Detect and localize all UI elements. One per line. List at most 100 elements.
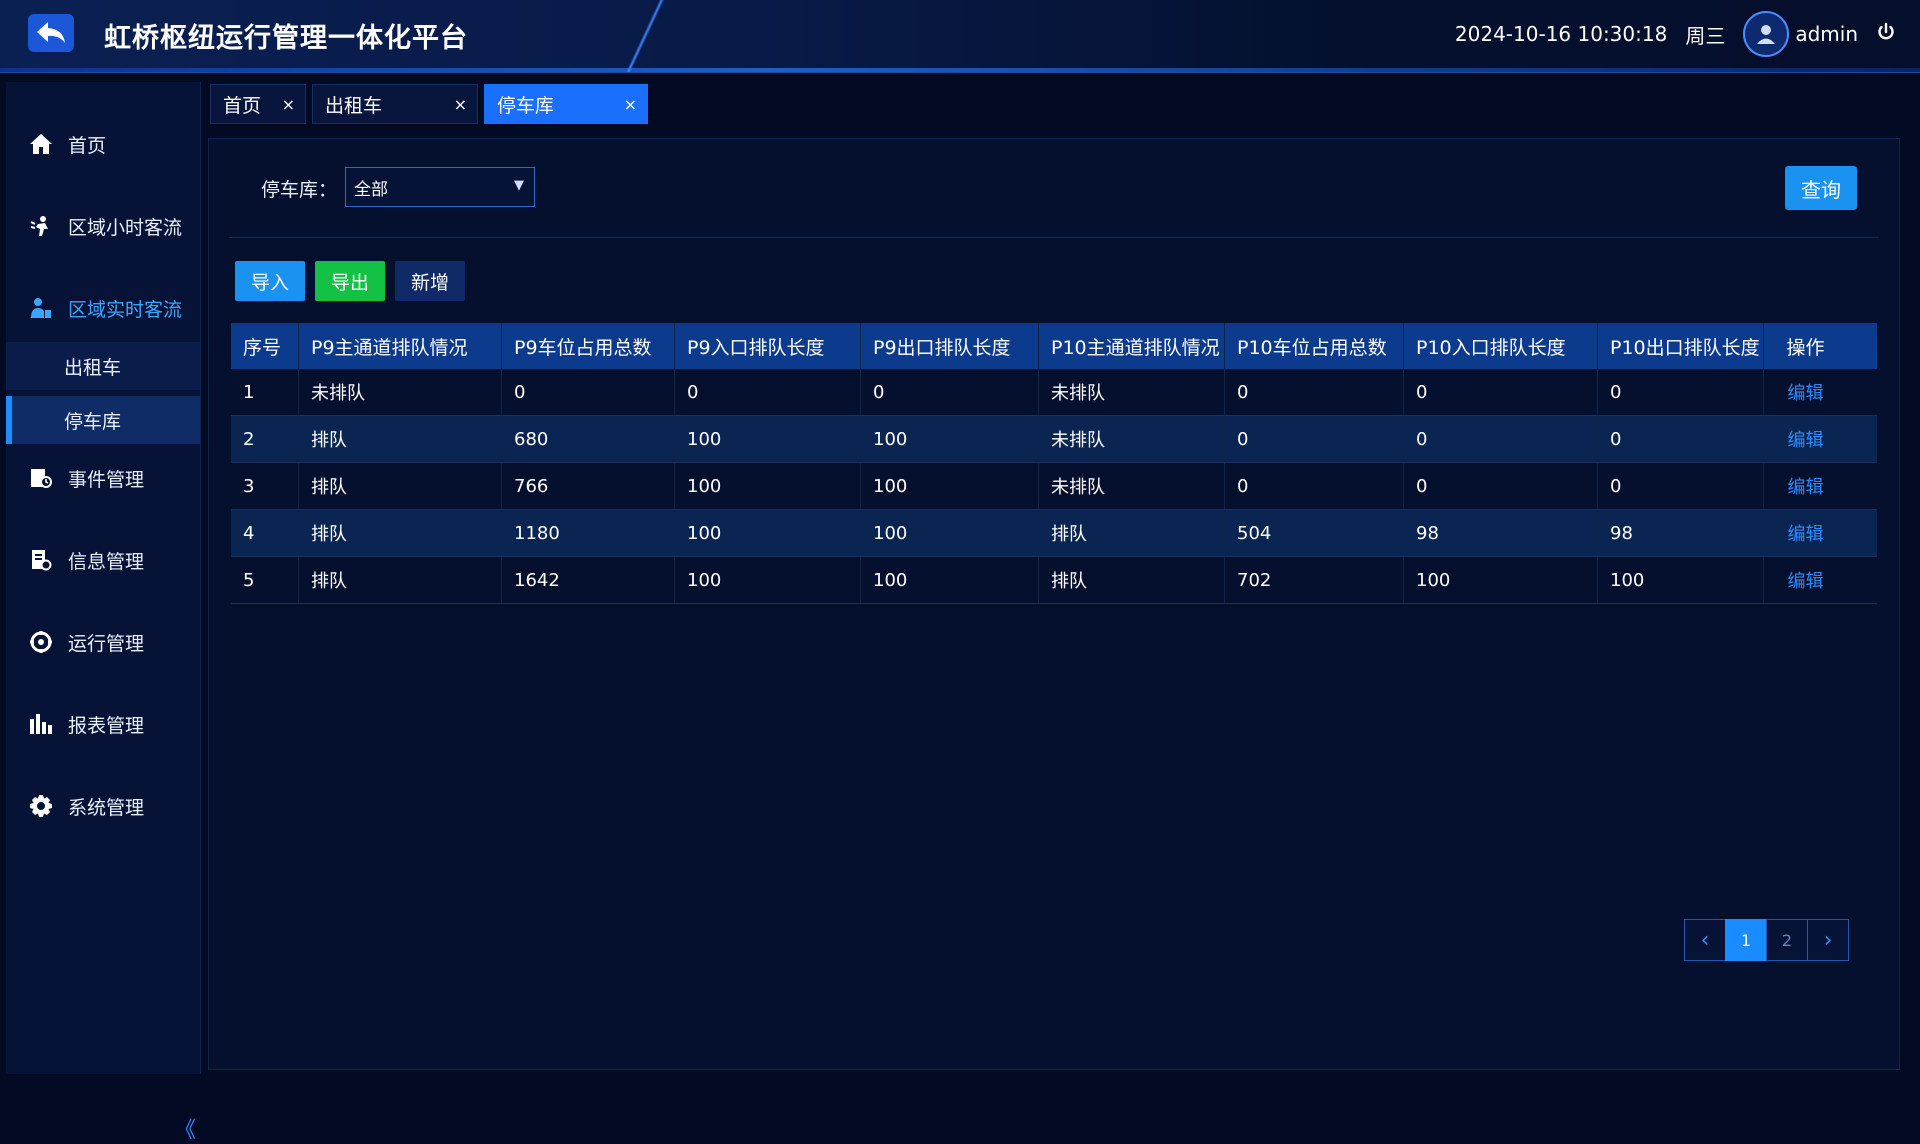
power-icon[interactable] (1876, 22, 1896, 47)
table-cell: 0 (1225, 416, 1404, 462)
header-decoration (600, 0, 690, 72)
table-cell: 100 (861, 557, 1039, 603)
table-cell: 0 (1598, 416, 1764, 462)
table-cell: 0 (1598, 463, 1764, 509)
tab-taxi[interactable]: 出租车 × (312, 84, 478, 124)
prev-page-button[interactable]: ‹ (1684, 919, 1726, 961)
edit-link[interactable]: 编辑 (1764, 416, 1847, 462)
sidebar-item-label: 运行管理 (68, 632, 145, 655)
sidebar-item-hourly-flow[interactable]: 区域小时客流 (6, 206, 200, 246)
table-cell: 1180 (502, 510, 675, 556)
user-menu[interactable]: admin (1743, 11, 1858, 57)
table-header: 序号 P9主通道排队情况 P9车位占用总数 P9入口排队长度 P9出口排队长度 … (231, 323, 1877, 369)
sidebar-subitem-label: 出租车 (64, 356, 122, 379)
table-row: 2 排队 680 100 100 未排队 0 0 0 编辑 (231, 416, 1877, 463)
table-cell: 1 (231, 369, 299, 415)
table-cell: 100 (675, 510, 861, 556)
column-header: P9出口排队长度 (861, 323, 1039, 369)
table-cell: 0 (675, 369, 861, 415)
sidebar-subitem-parking[interactable]: 停车库 (6, 396, 200, 444)
parking-select[interactable]: 全部 ▼ (345, 167, 535, 207)
sidebar-item-label: 系统管理 (68, 796, 145, 819)
table-cell: 0 (1225, 463, 1404, 509)
header-glow-line (0, 68, 1920, 72)
export-button[interactable]: 导出 (315, 261, 385, 301)
table-cell: 0 (1404, 463, 1598, 509)
import-button[interactable]: 导入 (235, 261, 305, 301)
table-cell: 100 (675, 416, 861, 462)
sidebar-subitem-taxi[interactable]: 出租车 (6, 342, 200, 390)
operation-icon (26, 630, 56, 654)
back-arrow-icon (37, 22, 65, 43)
table-cell: 未排队 (1039, 416, 1225, 462)
table-cell: 未排队 (1039, 369, 1225, 415)
table-cell: 100 (861, 416, 1039, 462)
table-cell: 3 (231, 463, 299, 509)
sidebar-subitem-label: 停车库 (64, 410, 122, 433)
table-cell: 0 (1598, 369, 1764, 415)
page-button[interactable]: 2 (1766, 919, 1808, 961)
tab-parking[interactable]: 停车库 × (484, 84, 648, 124)
column-header: P9主通道排队情况 (299, 323, 502, 369)
column-header: P10车位占用总数 (1225, 323, 1404, 369)
tab-label: 首页 (223, 94, 262, 117)
sidebar-item-settings[interactable]: 系统管理 (6, 786, 200, 826)
edit-link[interactable]: 编辑 (1764, 510, 1847, 556)
close-icon[interactable]: × (282, 95, 295, 114)
column-header: 操作 (1786, 336, 1825, 359)
column-header: P9车位占用总数 (502, 323, 675, 369)
datetime: 2024-10-16 10:30:18 (1454, 22, 1668, 46)
parking-filter-label: 停车库： (261, 179, 338, 201)
sidebar-item-info[interactable]: 信息管理 (6, 540, 200, 580)
tab-home[interactable]: 首页 × (210, 84, 306, 124)
top-header: 虹桥枢纽运行管理一体化平台 2024-10-16 10:30:18 周三 adm… (0, 0, 1920, 73)
content-panel: 停车库： 全部 ▼ 查询 导入 导出 新增 序号 P9主通道排队情况 P9车位占… (208, 138, 1900, 1070)
edit-link[interactable]: 编辑 (1764, 557, 1847, 603)
page-button[interactable]: 1 (1725, 919, 1767, 961)
settings-icon (26, 794, 56, 818)
table-cell: 100 (861, 510, 1039, 556)
column-header: P10入口排队长度 (1404, 323, 1598, 369)
info-icon (26, 548, 56, 572)
table-cell: 5 (231, 557, 299, 603)
add-button[interactable]: 新增 (395, 261, 465, 301)
table-cell: 排队 (299, 557, 502, 603)
column-header: 序号 (231, 323, 299, 369)
sidebar-item-label: 区域小时客流 (68, 216, 183, 239)
table-cell: 100 (861, 463, 1039, 509)
sidebar-item-home[interactable]: 首页 (6, 124, 200, 164)
table-cell: 702 (1225, 557, 1404, 603)
sidebar-item-realtime-flow[interactable]: 区域实时客流 (6, 288, 200, 328)
tab-label: 停车库 (497, 94, 555, 117)
table-cell: 766 (502, 463, 675, 509)
parking-table: 序号 P9主通道排队情况 P9车位占用总数 P9入口排队长度 P9出口排队长度 … (231, 323, 1877, 604)
select-value: 全部 (354, 179, 388, 200)
table-cell: 1642 (502, 557, 675, 603)
collapse-sidebar-button[interactable]: 《 (174, 1112, 196, 1144)
home-icon (26, 133, 56, 155)
sidebar-item-operation[interactable]: 运行管理 (6, 622, 200, 662)
table-row: 1 未排队 0 0 0 未排队 0 0 0 编辑 (231, 369, 1877, 416)
edit-link[interactable]: 编辑 (1764, 369, 1847, 415)
pagination: ‹ 1 2 › (1684, 919, 1849, 963)
avatar-icon (1743, 11, 1790, 57)
table-cell: 排队 (299, 416, 502, 462)
report-icon (26, 713, 56, 735)
table-row: 3 排队 766 100 100 未排队 0 0 0 编辑 (231, 463, 1877, 510)
close-icon[interactable]: × (624, 95, 637, 114)
edit-link[interactable]: 编辑 (1764, 463, 1847, 509)
close-icon[interactable]: × (454, 95, 467, 114)
table-cell: 98 (1598, 510, 1764, 556)
table-cell: 100 (1404, 557, 1598, 603)
sidebar-item-events[interactable]: 事件管理 (6, 458, 200, 498)
sidebar-item-label: 报表管理 (68, 714, 145, 737)
sidebar-item-reports[interactable]: 报表管理 (6, 704, 200, 744)
sidebar-item-label: 信息管理 (68, 550, 145, 573)
next-page-button[interactable]: › (1807, 919, 1849, 961)
table-cell: 680 (502, 416, 675, 462)
query-button[interactable]: 查询 (1785, 166, 1857, 210)
sidebar-item-label: 事件管理 (68, 468, 145, 491)
table-cell: 0 (502, 369, 675, 415)
back-button[interactable] (28, 14, 74, 52)
tab-bar: 首页 × 出租车 × 停车库 × (210, 84, 648, 124)
